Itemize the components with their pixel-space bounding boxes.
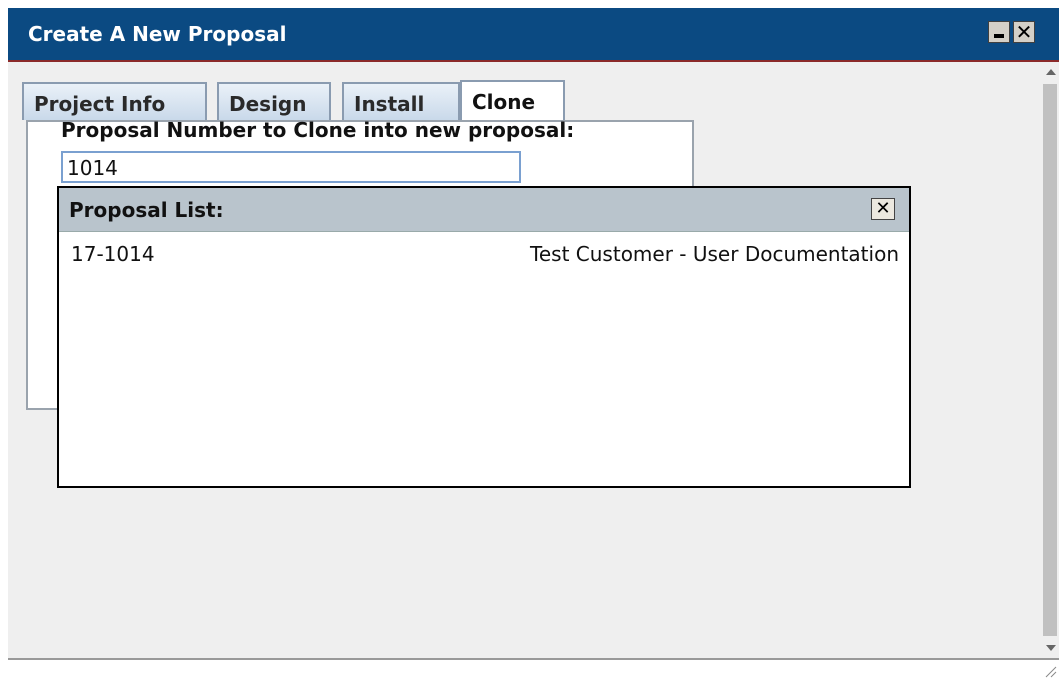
scroll-down-arrow-icon[interactable] [1046,645,1056,651]
resize-grip-icon[interactable] [1043,664,1057,678]
proposal-window: Create A New Proposal ✕ Project Info Des… [8,8,1059,681]
close-window-button[interactable]: ✕ [1013,20,1035,44]
tab-design[interactable]: Design [217,82,331,120]
tab-project-info[interactable]: Project Info [22,82,207,120]
minimize-icon [994,34,1004,38]
proposal-list-close-button[interactable]: ✕ [871,198,895,220]
scroll-up-arrow-icon[interactable] [1046,69,1056,75]
proposal-list-header: Proposal List: ✕ [59,188,909,232]
proposal-number-input[interactable]: 1014 [61,151,521,183]
proposal-list-popup: Proposal List: ✕ 17-1014 Test Customer -… [57,186,911,488]
list-item[interactable]: 17-1014 Test Customer - User Documentati… [59,242,909,270]
tab-install[interactable]: Install [342,82,460,120]
proposal-list-title: Proposal List: [69,198,224,222]
proposal-description: Test Customer - User Documentation [530,242,899,266]
title-bar[interactable]: Create A New Proposal ✕ [8,8,1059,62]
close-icon: ✕ [875,198,891,219]
tab-clone[interactable]: Clone [460,80,565,122]
vertical-scrollbar[interactable] [1041,62,1059,658]
window-title: Create A New Proposal [28,22,287,46]
status-bar [8,658,1059,681]
proposal-id: 17-1014 [71,242,155,266]
close-icon: ✕ [1015,20,1033,44]
minimize-button[interactable] [988,21,1010,43]
scroll-thumb[interactable] [1043,84,1057,636]
proposal-number-label: Proposal Number to Clone into new propos… [61,118,575,142]
